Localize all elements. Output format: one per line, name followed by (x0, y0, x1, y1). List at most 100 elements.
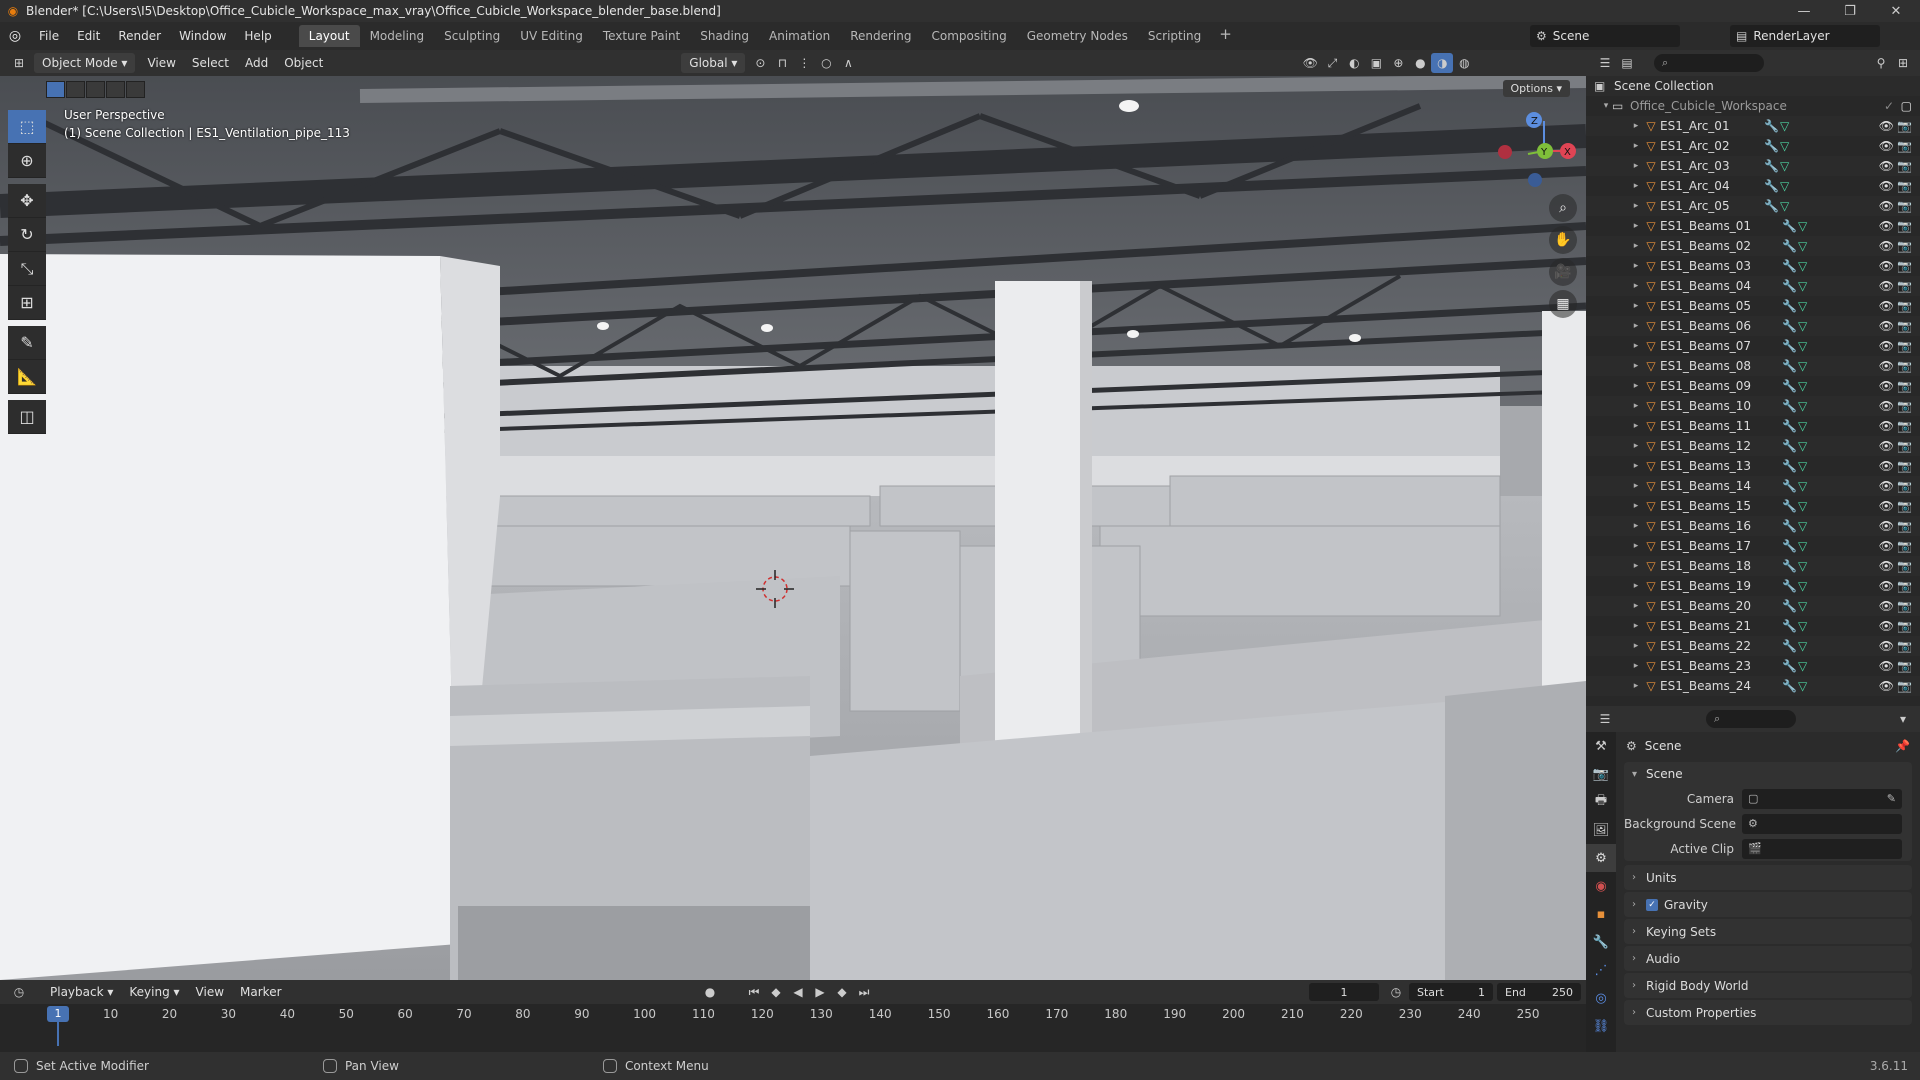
proportional-edit-icon[interactable]: ○ (815, 53, 837, 73)
render-camera-icon[interactable]: 📷 (1897, 619, 1912, 633)
timeline-track-area[interactable] (0, 1024, 1586, 1052)
select-extend-button[interactable] (66, 81, 85, 98)
expand-arrow-icon[interactable]: ▸ (1630, 501, 1642, 511)
expand-arrow-icon[interactable]: ▸ (1630, 661, 1642, 671)
mesh-data-icon[interactable]: ▽ (1798, 579, 1807, 593)
background-scene-field[interactable]: ⚙ (1742, 813, 1902, 834)
mesh-data-icon[interactable]: ▽ (1798, 359, 1807, 373)
mesh-data-icon[interactable]: ▽ (1798, 439, 1807, 453)
mesh-data-icon[interactable]: ▽ (1798, 379, 1807, 393)
rendered-shading-icon[interactable]: ◍ (1453, 53, 1475, 73)
material-shading-icon[interactable]: ◑ (1431, 53, 1454, 73)
menu-add[interactable]: Add (237, 53, 276, 73)
world-tab-icon[interactable]: ◉ (1586, 872, 1616, 900)
modifier-icon[interactable]: 🔧 (1782, 639, 1797, 653)
collapse-arrow-icon[interactable]: ▾ (1600, 101, 1612, 111)
visibility-eye-icon[interactable]: 👁 (1879, 159, 1894, 173)
mesh-data-icon[interactable]: ▽ (1798, 559, 1807, 573)
camera-field[interactable]: ▢ ✎ (1742, 788, 1902, 809)
visibility-eye-icon[interactable]: 👁 (1879, 579, 1894, 593)
expand-arrow-icon[interactable]: ▸ (1630, 681, 1642, 691)
render-camera-icon[interactable]: 📷 (1897, 539, 1912, 553)
expand-arrow-icon[interactable]: ▸ (1630, 301, 1642, 311)
render-camera-icon[interactable]: 📷 (1897, 579, 1912, 593)
visibility-eye-icon[interactable]: 👁 (1879, 559, 1894, 573)
mesh-data-icon[interactable]: ▽ (1798, 319, 1807, 333)
rigid-body-world-panel[interactable]: › Rigid Body World (1624, 973, 1912, 998)
outliner-object-row[interactable]: ▸ ▽ ES1_Beams_04 🔧 ▽ 👁 📷 (1586, 276, 1920, 296)
render-camera-icon[interactable]: 📷 (1897, 159, 1912, 173)
units-panel[interactable]: › Units (1624, 865, 1912, 890)
render-camera-icon[interactable]: 📷 (1897, 399, 1912, 413)
add-cube-tool-icon[interactable]: ◫ (8, 400, 46, 434)
select-intersect-button[interactable] (126, 81, 145, 98)
render-camera-icon[interactable]: 📷 (1897, 279, 1912, 293)
eyedropper-icon[interactable]: ✎ (1887, 792, 1896, 805)
expand-arrow-icon[interactable]: ▸ (1630, 361, 1642, 371)
expand-arrow-icon[interactable]: ▸ (1630, 581, 1642, 591)
blender-menu-icon[interactable]: ◎ (0, 28, 30, 44)
keying-sets-panel[interactable]: › Keying Sets (1624, 919, 1912, 944)
outliner-object-row[interactable]: ▸ ▽ ES1_Beams_11 🔧 ▽ 👁 📷 (1586, 416, 1920, 436)
visibility-eye-icon[interactable]: 👁 (1879, 219, 1894, 233)
menu-select[interactable]: Select (184, 53, 237, 73)
visibility-eye-icon[interactable]: 👁 (1879, 459, 1894, 473)
modifier-icon[interactable]: 🔧 (1782, 399, 1797, 413)
expand-arrow-icon[interactable]: ▸ (1630, 261, 1642, 271)
mesh-data-icon[interactable]: ▽ (1798, 339, 1807, 353)
modifier-icon[interactable]: 🔧 (1782, 499, 1797, 513)
visibility-eye-icon[interactable]: 👁 (1879, 479, 1894, 493)
scene-panel-header[interactable]: ▾ Scene (1624, 762, 1912, 786)
outliner-object-row[interactable]: ▸ ▽ ES1_Arc_05 🔧 ▽ 👁 📷 (1586, 196, 1920, 216)
mesh-data-icon[interactable]: ▽ (1798, 499, 1807, 513)
menu-file[interactable]: File (30, 22, 68, 50)
modifier-icon[interactable]: 🔧 (1782, 679, 1797, 693)
expand-arrow-icon[interactable]: ▸ (1630, 161, 1642, 171)
menu-keying[interactable]: Keying ▾ (121, 982, 187, 1002)
outliner-object-row[interactable]: ▸ ▽ ES1_Beams_16 🔧 ▽ 👁 📷 (1586, 516, 1920, 536)
record-icon[interactable]: ● (699, 982, 721, 1002)
solid-shading-icon[interactable]: ● (1409, 53, 1431, 73)
close-button[interactable]: ✕ (1873, 0, 1919, 22)
gravity-checkbox[interactable]: ✓ (1646, 898, 1658, 911)
visibility-eye-icon[interactable]: 👁 (1879, 499, 1894, 513)
expand-arrow-icon[interactable]: ▸ (1630, 401, 1642, 411)
tool-tab-icon[interactable]: ⚒ (1586, 732, 1616, 760)
menu-playback[interactable]: Playback ▾ (42, 982, 121, 1002)
render-camera-icon[interactable]: 📷 (1897, 239, 1912, 253)
tab-sculpting[interactable]: Sculpting (434, 25, 510, 47)
visibility-eye-icon[interactable]: 👁 (1879, 319, 1894, 333)
modifier-icon[interactable]: 🔧 (1782, 419, 1797, 433)
outliner-object-row[interactable]: ▸ ▽ ES1_Beams_23 🔧 ▽ 👁 📷 (1586, 656, 1920, 676)
expand-arrow-icon[interactable]: ▸ (1630, 521, 1642, 531)
collection-checkbox-icon[interactable]: ✓ (1884, 99, 1894, 113)
outliner-object-row[interactable]: ▸ ▽ ES1_Arc_04 🔧 ▽ 👁 📷 (1586, 176, 1920, 196)
menu-object[interactable]: Object (276, 53, 331, 73)
render-camera-icon[interactable]: 📷 (1897, 259, 1912, 273)
expand-arrow-icon[interactable]: ▸ (1630, 621, 1642, 631)
pan-hand-icon[interactable]: ✋ (1549, 226, 1577, 254)
modifier-icon[interactable]: 🔧 (1764, 159, 1779, 173)
tab-animation[interactable]: Animation (759, 25, 840, 47)
modifier-icon[interactable]: 🔧 (1764, 119, 1779, 133)
outliner-object-row[interactable]: ▸ ▽ ES1_Beams_06 🔧 ▽ 👁 📷 (1586, 316, 1920, 336)
outliner-object-row[interactable]: ▸ ▽ ES1_Beams_07 🔧 ▽ 👁 📷 (1586, 336, 1920, 356)
outliner-object-row[interactable]: ▸ ▽ ES1_Beams_08 🔧 ▽ 👁 📷 (1586, 356, 1920, 376)
mesh-data-icon[interactable]: ▽ (1798, 619, 1807, 633)
render-camera-icon[interactable]: 📷 (1897, 219, 1912, 233)
mesh-data-icon[interactable]: ▽ (1798, 399, 1807, 413)
outliner-object-row[interactable]: ▸ ▽ ES1_Beams_05 🔧 ▽ 👁 📷 (1586, 296, 1920, 316)
render-camera-icon[interactable]: 📷 (1897, 519, 1912, 533)
mesh-data-icon[interactable]: ▽ (1798, 599, 1807, 613)
gravity-panel[interactable]: › ✓ Gravity (1624, 892, 1912, 917)
tab-modeling[interactable]: Modeling (360, 25, 435, 47)
menu-view[interactable]: View (139, 53, 183, 73)
render-camera-icon[interactable]: 📷 (1897, 439, 1912, 453)
jump-end-icon[interactable]: ⏭ (853, 982, 875, 1002)
visibility-eye-icon[interactable]: 👁 (1879, 379, 1894, 393)
outliner-object-row[interactable]: ▸ ▽ ES1_Beams_15 🔧 ▽ 👁 📷 (1586, 496, 1920, 516)
render-camera-icon[interactable]: 📷 (1897, 659, 1912, 673)
mesh-data-icon[interactable]: ▽ (1798, 639, 1807, 653)
modifier-icon[interactable]: 🔧 (1782, 539, 1797, 553)
snap-icon[interactable]: ⊓ (771, 53, 793, 73)
